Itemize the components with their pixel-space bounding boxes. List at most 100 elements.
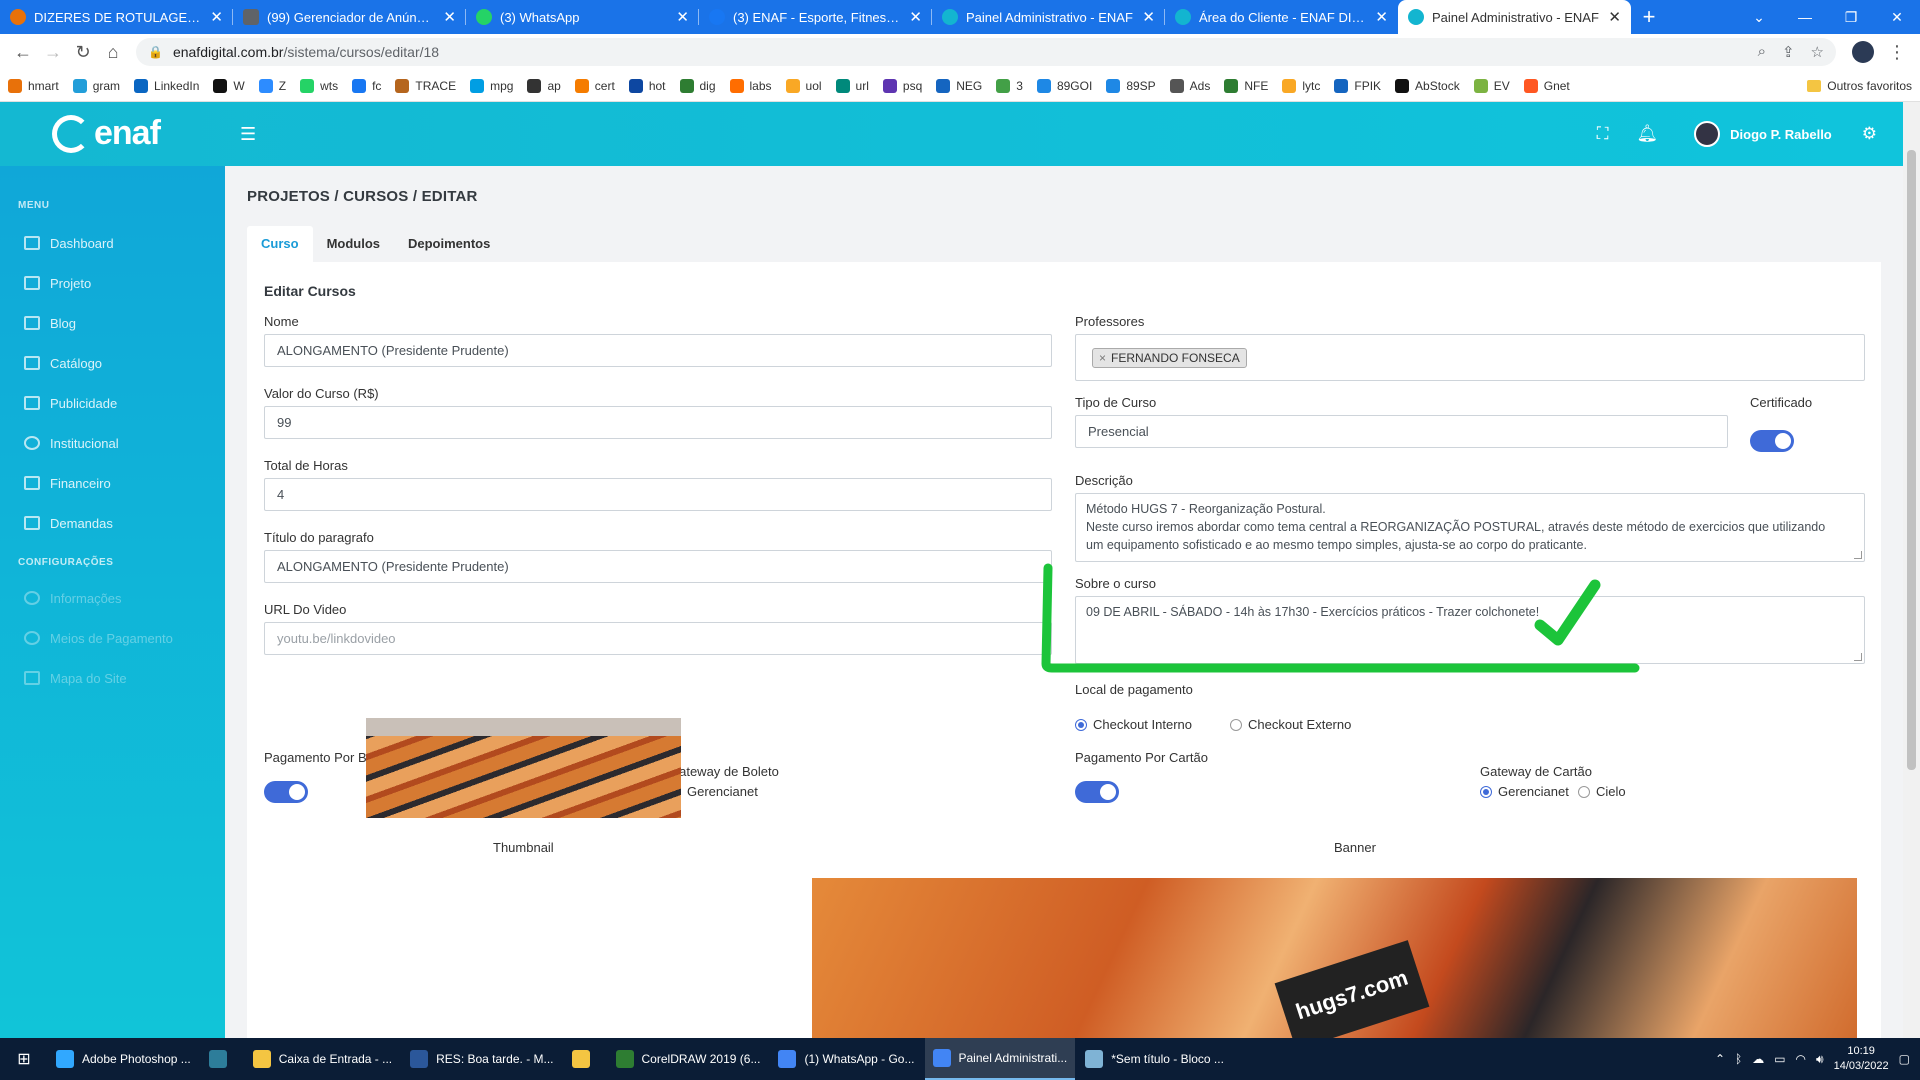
- sidebar-item-catalogo[interactable]: Catálogo: [0, 343, 225, 383]
- cartao-toggle[interactable]: [1075, 781, 1119, 803]
- browser-tab-active[interactable]: Painel Administrativo - ENAF ✕: [1398, 0, 1631, 34]
- bookmark-item[interactable]: psq: [882, 78, 922, 93]
- user-name[interactable]: Diogo P. Rabello: [1730, 127, 1832, 142]
- bookmark-item[interactable]: lytc: [1282, 78, 1320, 93]
- bookmark-item[interactable]: 89SP: [1106, 78, 1156, 93]
- valor-input[interactable]: 99: [264, 406, 1052, 439]
- browser-menu-icon[interactable]: ⋮: [1882, 42, 1912, 63]
- bookmark-item[interactable]: Gnet: [1523, 78, 1570, 93]
- url-input[interactable]: 🔒 enafdigital.com.br/sistema/cursos/edit…: [136, 38, 1836, 66]
- bookmark-item[interactable]: hmart: [8, 78, 59, 93]
- tab-modulos[interactable]: Modulos: [313, 226, 394, 262]
- bookmark-item[interactable]: EV: [1473, 78, 1510, 93]
- user-avatar[interactable]: [1694, 121, 1721, 147]
- resize-grip-icon[interactable]: [1854, 551, 1862, 559]
- banner-image[interactable]: hugs7.com: [812, 878, 1857, 1048]
- close-tab-icon[interactable]: ✕: [909, 8, 922, 26]
- zoom-icon[interactable]: ⌕: [1758, 43, 1766, 61]
- tab-depoimentos[interactable]: Depoimentos: [394, 226, 504, 262]
- tab-curso[interactable]: Curso: [247, 226, 313, 262]
- fullscreen-icon[interactable]: ⛶: [1597, 124, 1609, 144]
- close-tab-icon[interactable]: ✕: [676, 8, 689, 26]
- scrollbar-thumb[interactable]: [1907, 150, 1916, 770]
- bookmark-item[interactable]: 89GOI: [1036, 78, 1092, 93]
- bell-icon[interactable]: 🔔︎: [1637, 124, 1659, 144]
- browser-tab[interactable]: Painel Administrativo - ENAF ✕: [932, 0, 1165, 34]
- bookmark-item[interactable]: Z: [258, 78, 286, 93]
- bookmark-item[interactable]: TRACE: [395, 78, 456, 93]
- sidebar-item-informacoes[interactable]: Informações: [0, 578, 225, 618]
- bookmark-item[interactable]: AbStock: [1395, 78, 1460, 93]
- thumbnail-image[interactable]: [366, 718, 681, 818]
- boleto-toggle[interactable]: [264, 781, 308, 803]
- profile-avatar[interactable]: [1852, 41, 1874, 63]
- taskbar-app[interactable]: RES: Boa tarde. - M...: [402, 1038, 561, 1080]
- bookmark-item[interactable]: FPIK: [1334, 78, 1381, 93]
- sidebar-item-institucional[interactable]: Institucional: [0, 423, 225, 463]
- home-icon[interactable]: ⌂: [98, 42, 128, 63]
- wifi-icon[interactable]: ◠: [1796, 1052, 1806, 1066]
- taskbar-app[interactable]: Adobe Photoshop ...: [48, 1038, 199, 1080]
- nome-input[interactable]: ALONGAMENTO (Presidente Prudente): [264, 334, 1052, 367]
- taskbar-app[interactable]: *Sem título - Bloco ...: [1077, 1038, 1232, 1080]
- browser-tab[interactable]: (3) WhatsApp ✕: [466, 0, 699, 34]
- bookmark-item[interactable]: gram: [72, 78, 120, 93]
- bookmark-item[interactable]: wts: [300, 78, 338, 93]
- sidebar-item-mapa-site[interactable]: Mapa do Site: [0, 658, 225, 698]
- tipo-curso-input[interactable]: Presencial: [1075, 415, 1728, 448]
- close-tab-icon[interactable]: ✕: [1142, 8, 1155, 26]
- taskbar-app[interactable]: [564, 1038, 606, 1080]
- star-icon[interactable]: ☆: [1811, 43, 1824, 61]
- page-scrollbar[interactable]: [1903, 102, 1920, 1038]
- sidebar-item-financeiro[interactable]: Financeiro: [0, 463, 225, 503]
- chevron-up-icon[interactable]: ⌃: [1715, 1052, 1725, 1066]
- bookmark-item[interactable]: dig: [679, 78, 716, 93]
- resize-grip-icon[interactable]: [1854, 653, 1862, 661]
- sidebar-item-blog[interactable]: Blog: [0, 303, 225, 343]
- taskbar-app[interactable]: Painel Administrati...: [924, 1038, 1076, 1080]
- close-tab-icon[interactable]: ✕: [443, 8, 456, 26]
- share-icon[interactable]: ⇪: [1782, 43, 1795, 61]
- close-tab-icon[interactable]: ✕: [1375, 8, 1388, 26]
- bluetooth-icon[interactable]: ᛒ: [1735, 1052, 1742, 1066]
- bookmark-item[interactable]: hot: [628, 78, 666, 93]
- battery-icon[interactable]: ▭: [1774, 1052, 1785, 1066]
- certificado-toggle[interactable]: [1750, 430, 1794, 452]
- bookmark-item[interactable]: 3: [996, 78, 1023, 93]
- taskbar-app[interactable]: CorelDRAW 2019 (6...: [608, 1038, 769, 1080]
- close-tab-icon[interactable]: ✕: [210, 8, 223, 26]
- bookmark-item[interactable]: W: [213, 78, 245, 93]
- video-url-input[interactable]: youtu.be/linkdovideo: [264, 622, 1052, 655]
- taskbar-app[interactable]: (1) WhatsApp - Go...: [770, 1038, 922, 1080]
- gear-icon[interactable]: ⚙: [1862, 124, 1877, 144]
- tab-search-icon[interactable]: ⌄: [1736, 0, 1782, 34]
- forward-icon[interactable]: →: [38, 42, 68, 63]
- descricao-textarea[interactable]: Método HUGS 7 - Reorganização Postural. …: [1075, 493, 1865, 562]
- notifications-icon[interactable]: ▢: [1899, 1052, 1910, 1066]
- bookmark-item[interactable]: ap: [527, 78, 561, 93]
- professores-select[interactable]: × FERNANDO FONSECA: [1075, 334, 1865, 381]
- bookmark-item[interactable]: NFE: [1224, 78, 1268, 93]
- volume-icon[interactable]: 🔊︎: [1816, 1052, 1824, 1067]
- titulo-input[interactable]: ALONGAMENTO (Presidente Prudente): [264, 550, 1052, 583]
- bookmark-item[interactable]: fc: [352, 78, 381, 93]
- taskbar-app[interactable]: Caixa de Entrada - ...: [245, 1038, 400, 1080]
- horas-input[interactable]: 4: [264, 478, 1052, 511]
- bookmark-item[interactable]: labs: [729, 78, 772, 93]
- bookmark-item[interactable]: uol: [785, 78, 822, 93]
- bookmark-item[interactable]: Ads: [1169, 78, 1210, 93]
- sidebar-item-publicidade[interactable]: Publicidade: [0, 383, 225, 423]
- clock[interactable]: 10:19 14/03/2022: [1834, 1044, 1889, 1074]
- other-bookmarks[interactable]: Outros favoritos: [1807, 79, 1912, 93]
- browser-tab[interactable]: Área do Cliente - ENAF DIGITAL ✕: [1165, 0, 1398, 34]
- checkout-externo-radio[interactable]: Checkout Externo: [1230, 717, 1351, 732]
- bookmark-item[interactable]: NEG: [936, 78, 982, 93]
- cloud-icon[interactable]: ☁: [1752, 1052, 1764, 1066]
- remove-chip-icon[interactable]: ×: [1099, 351, 1106, 365]
- sidebar-item-dashboard[interactable]: Dashboard: [0, 223, 225, 263]
- bookmark-item[interactable]: LinkedIn: [134, 78, 199, 93]
- browser-tab[interactable]: DIZERES DE ROTULAGEM OXI P ✕: [0, 0, 233, 34]
- windows-start-icon[interactable]: ⊞: [0, 1049, 48, 1069]
- checkout-interno-radio[interactable]: Checkout Interno: [1075, 717, 1192, 732]
- new-tab-button[interactable]: +: [1631, 0, 1667, 34]
